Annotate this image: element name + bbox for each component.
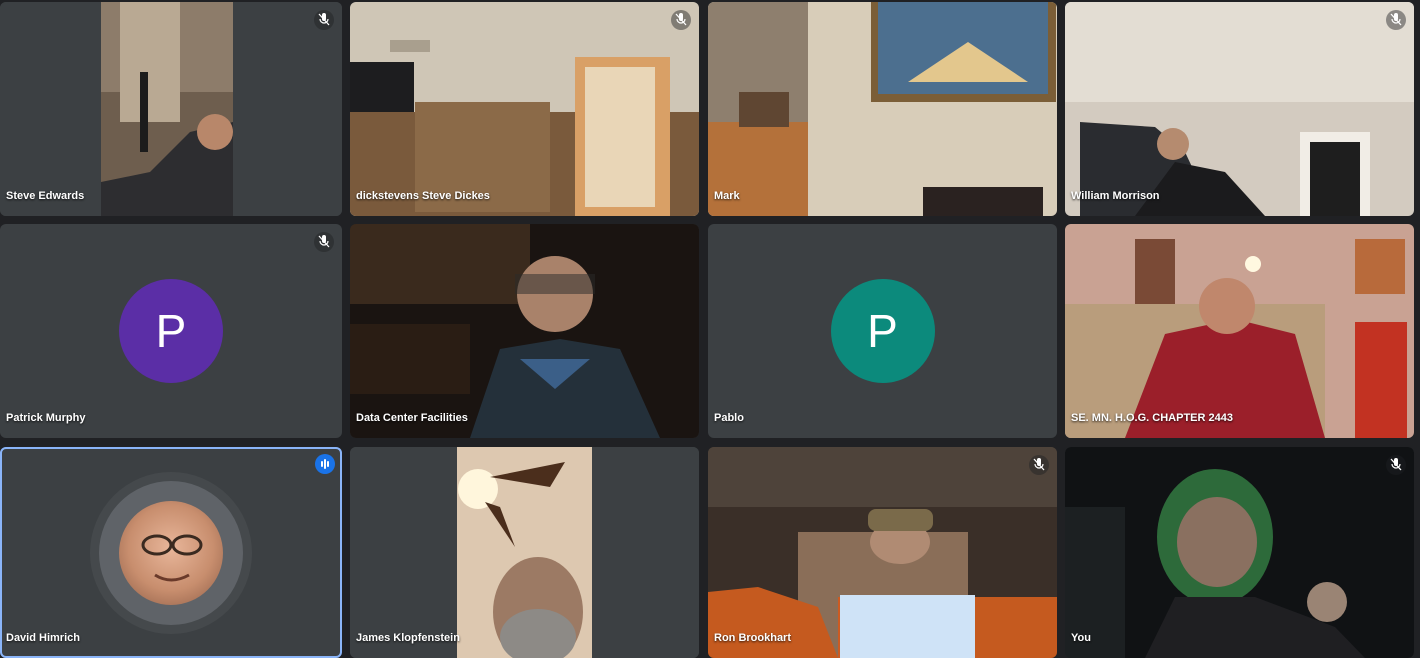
participant-tile-ron-brookhart[interactable]: Ron Brookhart: [708, 447, 1057, 658]
participant-tile-david-himrich[interactable]: David Himrich: [0, 447, 342, 658]
mic-muted-icon: [1386, 455, 1406, 475]
participant-tile-patrick-murphy[interactable]: P Patrick Murphy: [0, 224, 342, 438]
participant-name: SE. MN. H.O.G. CHAPTER 2443: [1071, 412, 1233, 424]
participant-tile-steve-edwards[interactable]: Steve Edwards: [0, 2, 342, 216]
participant-tile-se-mn-hog[interactable]: SE. MN. H.O.G. CHAPTER 2443: [1065, 224, 1414, 438]
participant-tile-data-center-facilities[interactable]: Data Center Facilities: [350, 224, 699, 438]
participant-tile-you[interactable]: You: [1065, 447, 1414, 658]
participant-name: Pablo: [714, 412, 744, 424]
mic-muted-icon: [1386, 10, 1406, 30]
avatar: P: [830, 279, 935, 383]
participant-tile-dickstevens[interactable]: dickstevens Steve Dickes: [350, 2, 699, 216]
participant-name: James Klopfenstein: [356, 632, 460, 644]
participant-name: Steve Edwards: [6, 190, 85, 202]
video-feed: [350, 2, 699, 216]
participant-name: Patrick Murphy: [6, 412, 86, 424]
participant-name: Mark: [714, 190, 740, 202]
participant-name: Ron Brookhart: [714, 632, 791, 644]
participant-name: William Morrison: [1071, 190, 1160, 202]
participant-name: David Himrich: [6, 632, 80, 644]
video-feed: [708, 447, 1057, 658]
video-feed: [350, 224, 699, 438]
mic-muted-icon: [314, 10, 334, 30]
participant-tile-william-morrison[interactable]: William Morrison: [1065, 2, 1414, 216]
participant-name: You: [1071, 632, 1091, 644]
speaking-indicator-icon: [315, 454, 335, 474]
mic-muted-icon: [314, 232, 334, 252]
mic-muted-icon: [671, 10, 691, 30]
participant-name: Data Center Facilities: [356, 412, 468, 424]
video-feed: [1065, 224, 1414, 438]
participant-tile-mark[interactable]: Mark: [708, 2, 1057, 216]
video-feed: [0, 2, 342, 216]
profile-photo: [119, 500, 223, 605]
video-feed: [1065, 447, 1414, 658]
video-feed: [1065, 2, 1414, 216]
participant-tile-james-klopfenstein[interactable]: James Klopfenstein: [350, 447, 699, 658]
video-feed: [708, 2, 1057, 216]
participant-name: dickstevens Steve Dickes: [356, 190, 490, 202]
meeting-grid: Steve Edwards dickstevens Steve Dickes M…: [0, 0, 1420, 658]
mic-muted-icon: [1029, 455, 1049, 475]
participant-tile-pablo[interactable]: P Pablo: [708, 224, 1057, 438]
video-feed: [350, 447, 699, 658]
avatar: P: [119, 279, 223, 383]
